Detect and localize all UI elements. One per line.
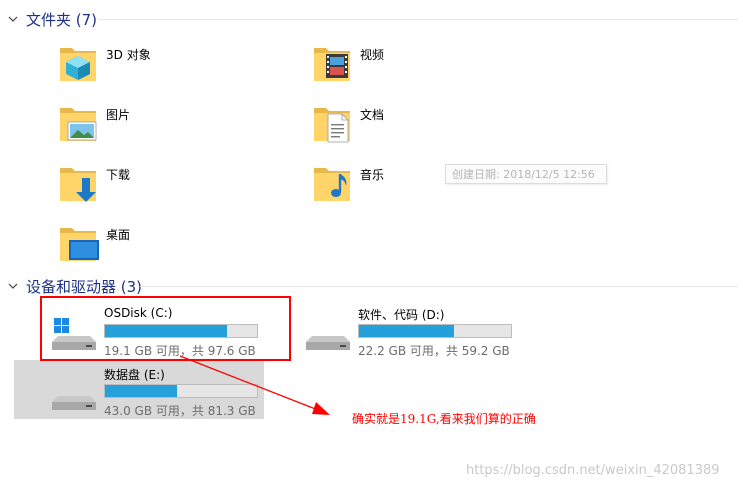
folder-name: 音乐 [360, 168, 385, 182]
folder-name: 桌面 [106, 228, 131, 242]
folders-section-title: 文件夹 (7) [26, 10, 98, 29]
folder-name: 下载 [106, 168, 131, 182]
desktop-folder-icon [60, 228, 99, 261]
drive-name: 软件、代码 (D:) [358, 308, 445, 322]
drive-name: 数据盘 (E:) [104, 368, 165, 382]
chevron-down-icon [8, 283, 18, 289]
folder-name: 视频 [360, 48, 385, 62]
drives-section-header[interactable]: 设备和驱动器 (3) [6, 276, 142, 296]
annotation-highlight-box [40, 296, 291, 361]
folder-name: 图片 [106, 108, 131, 122]
drive-usage-fill [359, 325, 454, 337]
drive-icon [52, 396, 96, 410]
documents-folder-icon [314, 108, 350, 143]
drive-usage-fill [105, 385, 177, 397]
drive-usage-bar [104, 384, 258, 398]
folder-name: 3D 对象 [106, 48, 151, 62]
drive-icon [306, 336, 350, 350]
chevron-down-icon [8, 16, 18, 22]
folder-name: 文档 [360, 108, 385, 122]
drive-e[interactable]: 数据盘 (E:) 43.0 GB 可用，共 81.3 GB [46, 364, 296, 420]
folder-3d-objects[interactable]: 3D 对象 [56, 40, 266, 90]
created-date-tooltip: 创建日期: 2018/12/5 12:56 [445, 164, 607, 184]
pictures-folder-icon [60, 108, 97, 141]
drive-free-space: 43.0 GB 可用，共 81.3 GB [104, 404, 256, 418]
music-folder-icon [314, 168, 350, 201]
downloads-folder-icon [60, 168, 96, 202]
section-divider [98, 19, 738, 20]
drive-free-space: 22.2 GB 可用，共 59.2 GB [358, 344, 510, 358]
drive-d[interactable]: 软件、代码 (D:) 22.2 GB 可用，共 59.2 GB [300, 304, 550, 360]
folder-videos[interactable]: 视频 [310, 40, 520, 90]
folder-documents[interactable]: 文档 [310, 100, 520, 150]
folder-desktop[interactable]: 桌面 [56, 220, 266, 270]
drive-usage-bar [358, 324, 512, 338]
folders-section-header[interactable]: 文件夹 (7) [6, 9, 97, 29]
videos-folder-icon [314, 48, 350, 81]
3d-objects-folder-icon [60, 48, 96, 81]
folder-pictures[interactable]: 图片 [56, 100, 266, 150]
watermark-text: https://blog.csdn.net/weixin_42081389 [466, 463, 720, 478]
folder-downloads[interactable]: 下载 [56, 160, 266, 210]
section-divider [140, 286, 738, 287]
annotation-text: 确实就是19.1G,看来我们算的正确 [352, 412, 536, 426]
drives-section-title: 设备和驱动器 (3) [26, 277, 143, 296]
